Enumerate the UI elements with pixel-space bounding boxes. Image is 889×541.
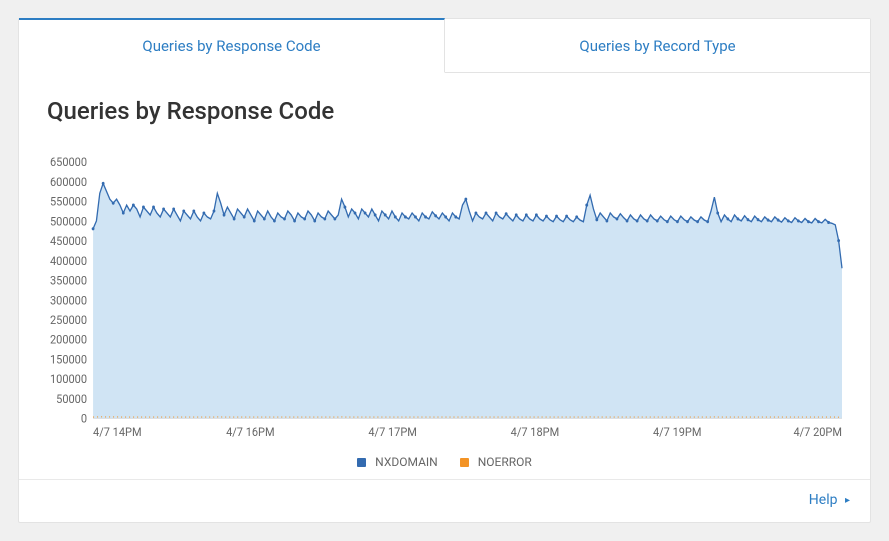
- tab-record-type[interactable]: Queries by Record Type: [445, 19, 870, 73]
- panel-footer: Help ▸: [19, 479, 870, 522]
- legend-label: NXDOMAIN: [375, 455, 438, 469]
- legend-item-nxdomain: NXDOMAIN: [357, 455, 438, 469]
- queries-panel: Queries by Response Code Queries by Reco…: [18, 18, 871, 523]
- help-link[interactable]: Help ▸: [809, 492, 850, 508]
- tab-label: Queries by Response Code: [142, 37, 320, 55]
- svg-text:450000: 450000: [50, 234, 87, 249]
- legend-label: NOERROR: [478, 455, 532, 469]
- chart-title: Queries by Response Code: [47, 97, 850, 125]
- svg-text:250000: 250000: [50, 312, 87, 327]
- svg-text:500000: 500000: [50, 214, 87, 229]
- svg-text:4/7 19PM: 4/7 19PM: [653, 425, 702, 440]
- caret-right-icon: ▸: [845, 495, 850, 506]
- legend-swatch-nxdomain: [357, 458, 366, 467]
- svg-text:400000: 400000: [50, 253, 87, 268]
- tab-bar: Queries by Response Code Queries by Reco…: [19, 19, 870, 73]
- legend-swatch-noerror: [460, 458, 469, 467]
- svg-text:300000: 300000: [50, 293, 87, 308]
- svg-text:350000: 350000: [50, 273, 87, 288]
- help-label: Help: [809, 492, 838, 508]
- svg-text:150000: 150000: [50, 352, 87, 367]
- tab-label: Queries by Record Type: [579, 37, 735, 55]
- svg-text:50000: 50000: [56, 391, 87, 406]
- svg-text:100000: 100000: [50, 372, 87, 387]
- svg-text:550000: 550000: [50, 194, 87, 209]
- svg-text:650000: 650000: [50, 155, 87, 169]
- svg-text:200000: 200000: [50, 332, 87, 347]
- svg-text:600000: 600000: [50, 174, 87, 189]
- svg-text:4/7 18PM: 4/7 18PM: [511, 425, 560, 440]
- chart-content: Queries by Response Code 0 50000 100000 150…: [19, 73, 870, 479]
- svg-text:4/7 17PM: 4/7 17PM: [368, 425, 417, 440]
- svg-text:4/7 16PM: 4/7 16PM: [226, 425, 275, 440]
- svg-text:0: 0: [81, 411, 87, 426]
- chart-legend: NXDOMAIN NOERROR: [39, 455, 850, 469]
- tab-response-code[interactable]: Queries by Response Code: [19, 18, 445, 73]
- svg-text:4/7 20PM: 4/7 20PM: [793, 425, 842, 440]
- chart-area: 0 50000 100000 150000 200000 250000 300000 3500…: [39, 155, 850, 445]
- chart-svg: 0 50000 100000 150000 200000 250000 300000 3500…: [39, 155, 850, 445]
- svg-text:4/7 14PM: 4/7 14PM: [93, 425, 142, 440]
- legend-item-noerror: NOERROR: [460, 455, 532, 469]
